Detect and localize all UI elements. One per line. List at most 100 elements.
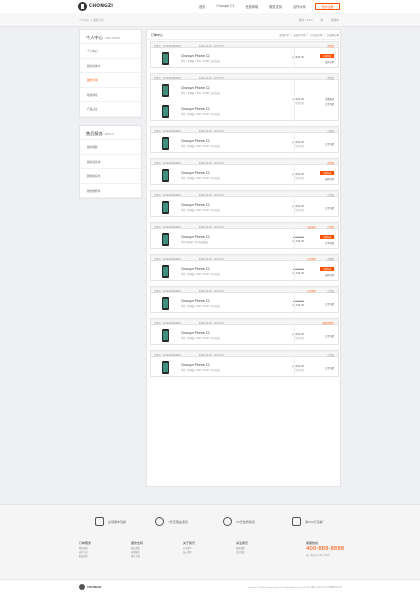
order-card: 订单号：1722003649993 2016-11-30 10:07:23 待付款 C… <box>150 41 339 69</box>
footer-link[interactable]: 配送说明 <box>79 555 91 559</box>
order-card: 订单号：1722003649993 2016-11-30 10:07:23 已付款已… <box>150 222 339 250</box>
filter-unpaid[interactable]: 未支付订单 <box>294 33 306 37</box>
phone-thumbnail <box>162 169 169 182</box>
service-item: 15天免费换货 <box>223 517 255 526</box>
sidebar-item-returns[interactable]: 我的退货单 <box>80 155 141 169</box>
nav-store[interactable]: 在线商城 <box>245 4 258 9</box>
sidebar-item-repairs[interactable]: 我的维修单 <box>80 184 141 198</box>
order-action-link[interactable]: 取消订单 <box>325 273 334 277</box>
service-item: 7天无理由退货 <box>155 517 188 526</box>
product-name: Chongzi Phone C1 <box>181 86 210 90</box>
order-item[interactable]: Chongzi Phone C1 黑色 / 全网通 / 3GB / 32GB / … <box>151 101 294 122</box>
footer-link[interactable]: 相关下载 <box>131 555 143 559</box>
footer-column-title: 订单服务 <box>79 541 92 545</box>
order-action-link[interactable]: 取消订单 <box>325 177 334 181</box>
order-action-link[interactable]: 订单详情 <box>325 206 334 210</box>
breadcrumb: 个人中心 > 我的订单 <box>79 19 104 22</box>
order-item[interactable]: Chongzi Phone C1 黑色 / 全网通 / 3GB / 32GB / … <box>151 80 294 101</box>
phone-thumbnail <box>162 52 169 65</box>
product-name: Chongzi Phone C1 <box>181 203 210 207</box>
filter-completed[interactable]: 已完成订单 <box>310 33 322 37</box>
footer-column-title: 服务支持 <box>131 541 144 545</box>
nav-home[interactable]: 首页 <box>199 4 205 9</box>
pay-now-button[interactable]: 立即付款 <box>320 266 334 271</box>
phone-thumbnail <box>162 297 169 310</box>
phone-thumbnail <box>162 233 169 246</box>
product-name: Chongzi Phone C1 <box>181 235 210 239</box>
nav-partners[interactable]: 合作伙伴 <box>293 4 306 9</box>
phone-thumbnail <box>162 84 169 97</box>
order-item[interactable]: Chongzi Phone C1 黑色/全网通 / 官方标配套装 <box>151 229 294 250</box>
order-action-link[interactable]: 取消订单 <box>325 60 334 64</box>
user-group-icon <box>95 517 104 526</box>
order-item[interactable]: Chongzi Phone C1 黑色 / 全网通 / 3GB / 32GB / … <box>151 48 294 69</box>
order-item[interactable]: Chongzi Phone C1 黑色 / 全网通 / 3GB / 32GB / … <box>151 293 294 314</box>
after-sales-menu: 售后服务 SERVICE 我的保修 我的退货单 我的换货单 我的维修单 <box>79 125 142 199</box>
pay-now-button[interactable]: 立即付款 <box>320 234 334 239</box>
order-item[interactable]: Chongzi Phone C1 黑色 / 全网通 / 3GB / 32GB / … <box>151 261 294 282</box>
product-spec: 黑色 / 全网通 / 3GB / 32GB / 官方标配 <box>181 209 220 212</box>
pay-now-button[interactable]: 立即付款 <box>320 170 334 175</box>
order-action-link[interactable]: 订单详情 <box>325 102 334 106</box>
order-action-link[interactable]: 订单详情 <box>325 142 334 146</box>
sidebar-item-cards[interactable]: 我的商城卡 <box>80 59 141 73</box>
order-action-link[interactable]: 订单详情 <box>325 302 334 306</box>
order-filters: 全部订单 | 未支付订单 | 已完成订单 | 已取消订单 <box>279 33 339 37</box>
order-item[interactable]: Chongzi Phone C1 黑色 / 全网通 / 3GB / 32GB / … <box>151 357 294 378</box>
sidebar-item-orders[interactable]: 我的订单 <box>80 73 141 88</box>
search-icon[interactable]: 搜 <box>321 18 324 22</box>
gift-icon <box>292 517 301 526</box>
order-item[interactable]: Chongzi Phone C1 黑色 / 全网通 / 3GB / 32GB / … <box>151 133 294 154</box>
sidebar-item-address[interactable]: 收货地址 <box>80 88 141 102</box>
cart-icon[interactable]: 购物车 <box>331 18 339 22</box>
order-item[interactable]: Chongzi Phone C1 黑色 / 全网通 / 3GB / 32GB / … <box>151 165 294 186</box>
product-spec: 黑色 / 全网通 / 3GB / 32GB / 官方标配 <box>181 60 220 63</box>
order-item[interactable]: Chongzi Phone C1 黑色 / 全网通 / 3GB / 32GB / … <box>151 325 294 346</box>
pay-now-button[interactable]: 立即付款 <box>320 53 334 58</box>
payment-method: 货到付款 <box>295 176 304 180</box>
service-item: 满200元包邮 <box>292 517 323 526</box>
sidebar-item-certification[interactable]: 产品认证 <box>80 102 141 117</box>
footer-bottom: CHONGZI Copyright ©2016 Chongzi Tech Co.… <box>0 579 420 595</box>
product-name: Chongzi Phone C1 <box>181 267 210 271</box>
nav-product[interactable]: Chongzi C1 <box>216 4 234 9</box>
order-item[interactable]: Chongzi Phone C1 黑色 / 全网通 / 3GB / 32GB / … <box>151 197 294 218</box>
login-button[interactable]: 登录/注册 <box>315 3 340 10</box>
sidebar-item-profile[interactable]: 个人中心 <box>80 44 141 59</box>
order-card: 订单号：1722003649993 2016-11-30 10:07:23 已取消 C… <box>150 126 339 154</box>
product-spec: 黑色 / 全网通 / 3GB / 32GB / 官方标配 <box>181 273 220 276</box>
product-name: Chongzi Phone C1 <box>181 331 210 335</box>
refresh-icon <box>223 517 232 526</box>
footer-logo[interactable]: CHONGZI <box>79 584 101 590</box>
order-center-panel: 订单中心 全部订单 | 未支付订单 | 已完成订单 | 已取消订单 订单号：17220… <box>146 29 342 487</box>
brand-logo[interactable]: CHONGZI <box>78 2 113 11</box>
sidebar-item-exchanges[interactable]: 我的换货单 <box>80 169 141 184</box>
product-name: Chongzi Phone C1 <box>181 299 210 303</box>
user-account-link[interactable]: 我的 / 12m <box>299 18 313 22</box>
order-action-link[interactable]: 订单详情 <box>325 334 334 338</box>
nav-support[interactable]: 服务支持 <box>269 4 282 9</box>
footer-link[interactable]: 加入我们 <box>183 551 195 555</box>
footer-column: 关于我们 公司简介 加入我们 <box>183 541 195 555</box>
logo-icon <box>79 584 85 590</box>
filter-cancelled[interactable]: 已取消订单 <box>327 33 339 37</box>
filter-all[interactable]: 全部订单 <box>279 33 289 37</box>
hotline-number: 400-888-8888 <box>306 546 345 552</box>
phone-thumbnail <box>162 265 169 278</box>
order-action-link[interactable]: 订单详情 <box>325 366 334 370</box>
order-extra-status: 已付款中 <box>307 289 316 293</box>
order-status: 已付款 <box>327 225 334 229</box>
footer-link[interactable]: 官方微信 <box>236 551 248 555</box>
order-status: 待付款 <box>327 161 334 165</box>
hotline-hours: 周一至周日 8:00-18:00 <box>306 554 330 557</box>
order-status: 已完成 <box>327 353 334 357</box>
order-status: 待收货 <box>327 76 334 80</box>
sub-header: 个人中心 > 我的订单 我的 / 12m 搜 购物车 <box>0 13 420 27</box>
product-name: Chongzi Phone C1 <box>181 171 210 175</box>
order-action-link[interactable]: 订单详情 <box>325 241 334 245</box>
footer-column: 关注我们 新浪微博 官方微信 <box>236 541 248 555</box>
order-action-link[interactable]: 查看物流 <box>325 97 334 101</box>
order-status: 已完成 <box>327 193 334 197</box>
phone-thumbnail <box>162 361 169 374</box>
sidebar-item-warranty[interactable]: 我的保修 <box>80 140 141 155</box>
